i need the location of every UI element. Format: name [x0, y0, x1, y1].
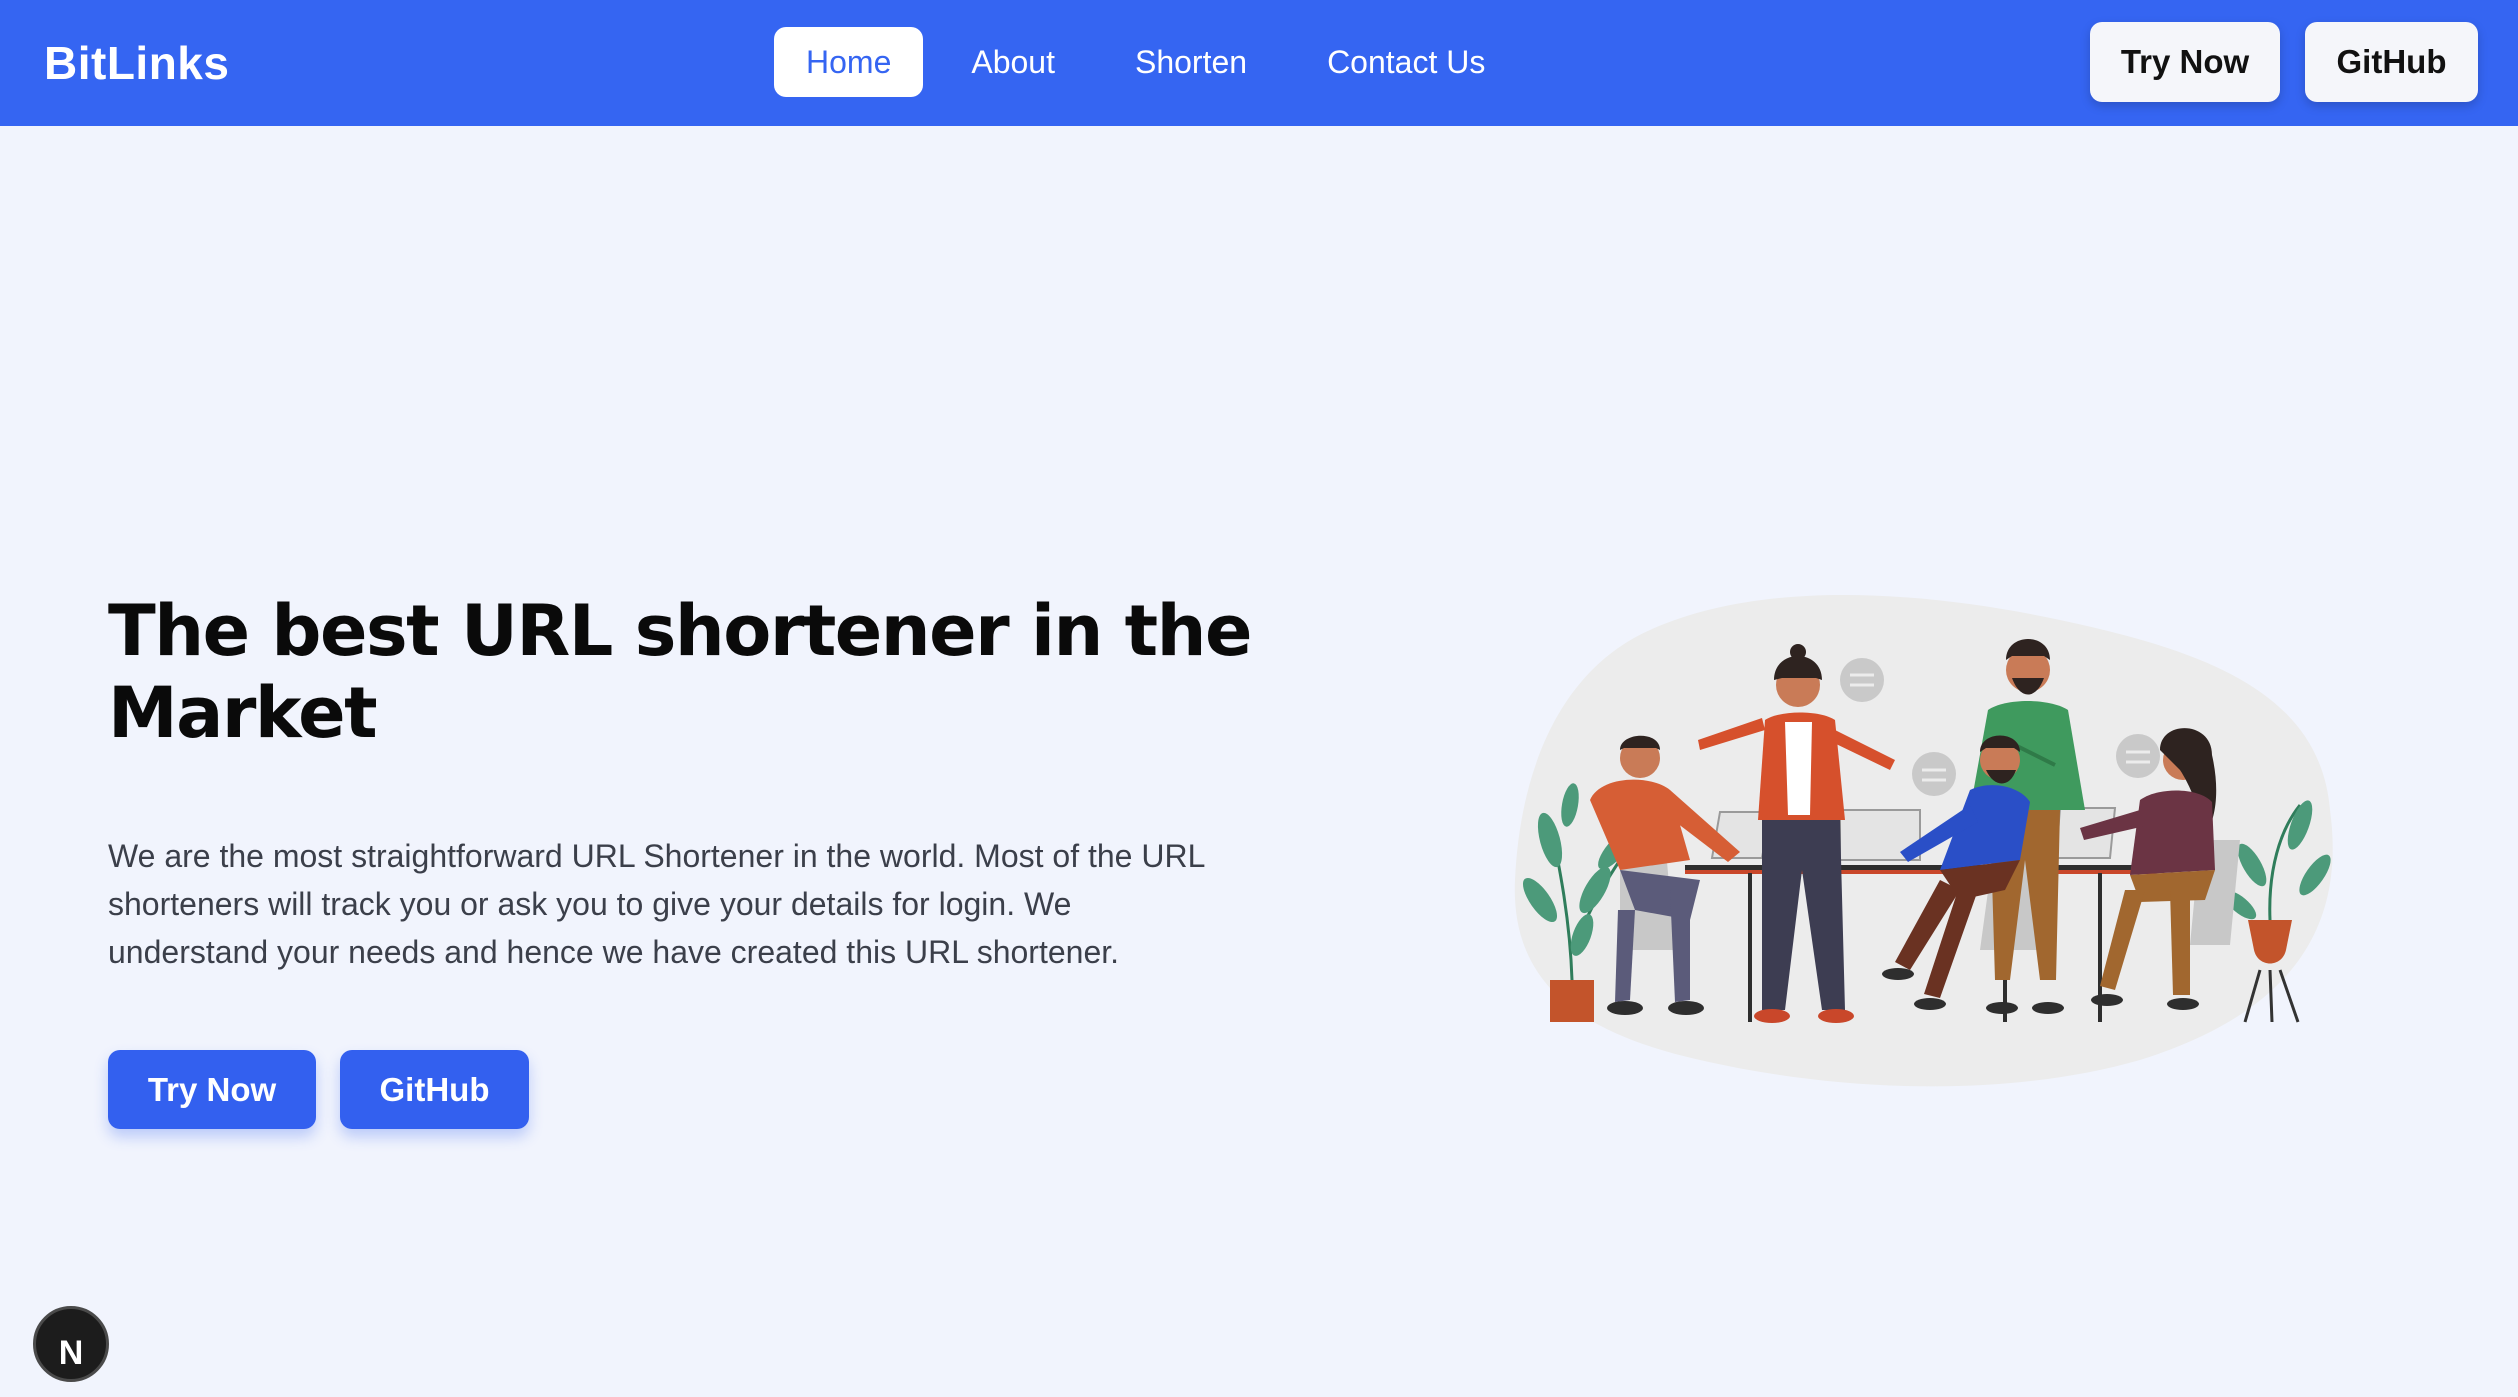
nav-github-button[interactable]: GitHub [2305, 22, 2478, 102]
hero-try-now-button[interactable]: Try Now [108, 1050, 316, 1129]
nav-link-about[interactable]: About [939, 27, 1087, 97]
top-navbar: BitLinks Home About Shorten Contact Us T… [0, 0, 2518, 126]
nav-try-now-button[interactable]: Try Now [2090, 22, 2280, 102]
nav-link-contact[interactable]: Contact Us [1295, 27, 1517, 97]
nextjs-logo-icon[interactable]: N [33, 1306, 109, 1382]
brand-logo[interactable]: BitLinks [44, 0, 229, 126]
hero-description: We are the most straightforward URL Shor… [108, 838, 1205, 970]
nav-links: Home About Shorten Contact Us [774, 27, 1533, 97]
nav-link-home[interactable]: Home [774, 27, 924, 97]
hero-title: The best URL shortener in the Market [108, 590, 1252, 754]
nav-link-shorten[interactable]: Shorten [1103, 27, 1279, 97]
team-meeting-illustration [1500, 590, 2350, 1110]
hero-github-button[interactable]: GitHub [340, 1050, 529, 1129]
